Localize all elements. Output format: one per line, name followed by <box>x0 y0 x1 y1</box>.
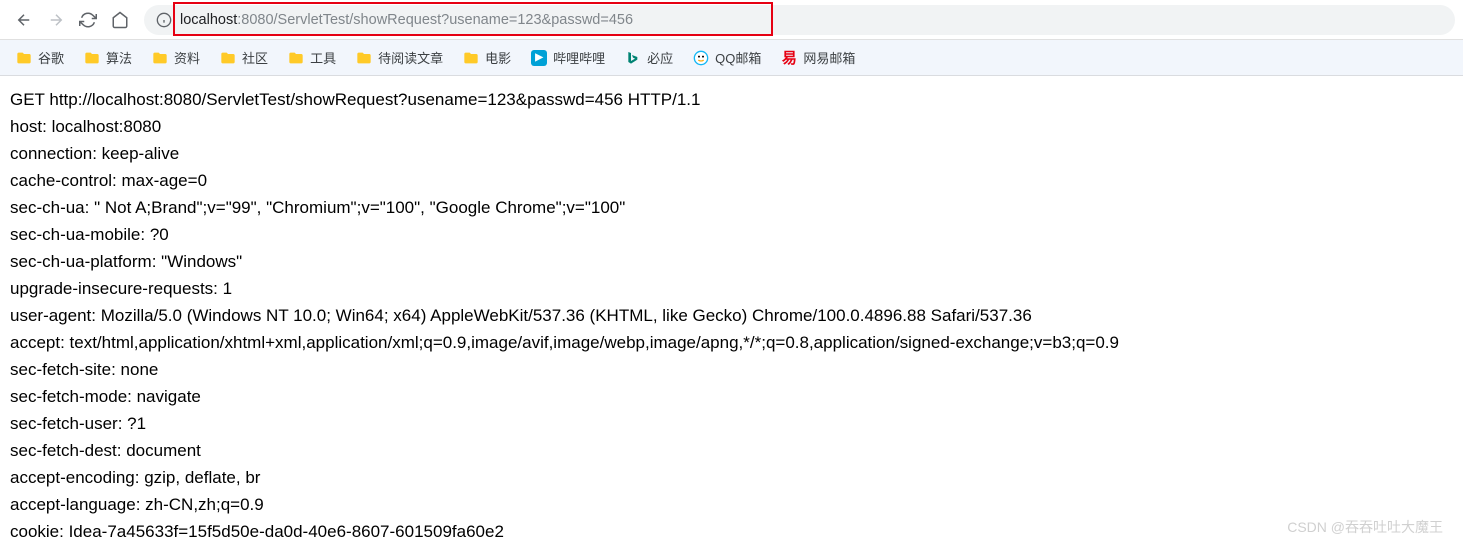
response-line-13: sec-fetch-dest: document <box>10 437 1453 464</box>
folder-icon <box>84 50 100 66</box>
response-line-0: GET http://localhost:8080/ServletTest/sh… <box>10 86 1453 113</box>
folder-icon <box>288 50 304 66</box>
bookmark-item-5[interactable]: 待阅读文章 <box>348 44 451 71</box>
bookmark-item-9[interactable]: QQ邮箱 <box>685 44 769 71</box>
bookmark-label: 算法 <box>106 48 132 67</box>
bookmark-item-3[interactable]: 社区 <box>212 44 276 71</box>
bookmark-label: 资料 <box>174 48 200 67</box>
bookmark-label: 网易邮箱 <box>803 48 855 67</box>
bookmark-item-0[interactable]: 谷歌 <box>8 44 72 71</box>
bookmark-item-10[interactable]: 易网易邮箱 <box>773 44 863 71</box>
folder-icon <box>463 50 479 66</box>
address-text: localhost:8080/ServletTest/showRequest?u… <box>180 12 633 28</box>
browser-toolbar: localhost:8080/ServletTest/showRequest?u… <box>0 0 1463 40</box>
url-host: localhost <box>180 12 237 28</box>
response-line-2: connection: keep-alive <box>10 140 1453 167</box>
url-port: :8080 <box>237 12 273 28</box>
response-line-15: accept-language: zh-CN,zh;q=0.9 <box>10 491 1453 518</box>
forward-button[interactable] <box>40 4 72 36</box>
response-line-3: cache-control: max-age=0 <box>10 167 1453 194</box>
response-line-7: upgrade-insecure-requests: 1 <box>10 275 1453 302</box>
bookmark-label: 必应 <box>647 48 673 67</box>
bookmark-label: 待阅读文章 <box>378 48 443 67</box>
back-button[interactable] <box>8 4 40 36</box>
response-line-4: sec-ch-ua: " Not A;Brand";v="99", "Chrom… <box>10 194 1453 221</box>
arrow-right-icon <box>47 11 65 29</box>
bing-icon <box>625 50 641 66</box>
response-line-12: sec-fetch-user: ?1 <box>10 410 1453 437</box>
folder-icon <box>220 50 236 66</box>
reload-button[interactable] <box>72 4 104 36</box>
bookmark-item-8[interactable]: 必应 <box>617 44 681 71</box>
response-line-9: accept: text/html,application/xhtml+xml,… <box>10 329 1453 356</box>
folder-icon <box>152 50 168 66</box>
url-path: /ServletTest/showRequest?usename=123&pas… <box>274 12 634 28</box>
home-button[interactable] <box>104 4 136 36</box>
bilibili-icon: ▶ <box>531 50 547 66</box>
qq-icon <box>693 50 709 66</box>
response-line-10: sec-fetch-site: none <box>10 356 1453 383</box>
bookmark-label: 哔哩哔哩 <box>553 48 605 67</box>
response-line-14: accept-encoding: gzip, deflate, br <box>10 464 1453 491</box>
netease-icon: 易 <box>781 50 797 66</box>
bookmark-label: 社区 <box>242 48 268 67</box>
bookmark-item-4[interactable]: 工具 <box>280 44 344 71</box>
reload-icon <box>79 11 97 29</box>
bookmark-label: 电影 <box>485 48 511 67</box>
folder-icon <box>356 50 372 66</box>
info-icon <box>156 12 172 28</box>
address-bar[interactable]: localhost:8080/ServletTest/showRequest?u… <box>144 5 1455 35</box>
page-content: GET http://localhost:8080/ServletTest/sh… <box>0 76 1463 555</box>
bookmark-item-2[interactable]: 资料 <box>144 44 208 71</box>
bookmark-label: QQ邮箱 <box>715 48 761 67</box>
response-line-1: host: localhost:8080 <box>10 113 1453 140</box>
bookmark-item-7[interactable]: ▶ 哔哩哔哩 <box>523 44 613 71</box>
folder-icon <box>16 50 32 66</box>
bookmark-item-1[interactable]: 算法 <box>76 44 140 71</box>
response-line-5: sec-ch-ua-mobile: ?0 <box>10 221 1453 248</box>
bookmark-label: 谷歌 <box>38 48 64 67</box>
home-icon <box>111 11 129 29</box>
bookmark-item-6[interactable]: 电影 <box>455 44 519 71</box>
response-line-6: sec-ch-ua-platform: "Windows" <box>10 248 1453 275</box>
response-line-8: user-agent: Mozilla/5.0 (Windows NT 10.0… <box>10 302 1453 329</box>
arrow-left-icon <box>15 11 33 29</box>
bookmark-label: 工具 <box>310 48 336 67</box>
bookmarks-bar: 谷歌算法资料社区工具待阅读文章电影▶哔哩哔哩必应QQ邮箱易网易邮箱 <box>0 40 1463 76</box>
response-line-11: sec-fetch-mode: navigate <box>10 383 1453 410</box>
response-line-16: cookie: Idea-7a45633f=15f5d50e-da0d-40e6… <box>10 518 1453 545</box>
